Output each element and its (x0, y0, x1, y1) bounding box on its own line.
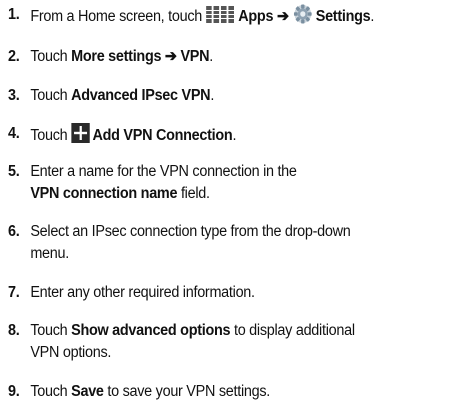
step-text: Touch (30, 322, 72, 339)
step-4: 4. Touch Add VPN Connection. (8, 123, 476, 150)
step-number: 6. (8, 223, 20, 240)
step-text: Enter any other required information. (30, 284, 255, 301)
step-bold-text: VPN connection name (30, 185, 178, 202)
step-text: Touch (30, 127, 72, 144)
step-text: Select an IPsec connection type from the… (30, 223, 351, 240)
step-number: 4. (8, 125, 20, 142)
step-bold-text: Add VPN Connection (92, 127, 233, 144)
step-text: Touch (30, 48, 72, 65)
step-text-suffix: to display additional (230, 322, 355, 339)
step-text-suffix: . (210, 87, 215, 104)
step-7: 7. Enter any other required information. (8, 282, 476, 304)
step-text: From a Home screen, touch (30, 8, 206, 25)
step-8: 8. Touch Show advanced options to displa… (8, 320, 476, 364)
step-text-suffix: field. (177, 185, 210, 202)
arrow-glyph: ➔ (276, 8, 289, 25)
step-number: 2. (8, 48, 20, 65)
step-number: 7. (8, 284, 20, 301)
step-bold-text: More settings ➔ VPN (71, 48, 210, 65)
step-9: 9. Touch Save to save your VPN settings. (8, 381, 476, 403)
step-text-suffix: . (370, 8, 375, 25)
step-text-suffix: . (232, 127, 237, 144)
step-bold-text: Show advanced options (71, 322, 231, 339)
step-3: 3. Touch Advanced IPsec VPN. (8, 85, 476, 107)
step-text: Enter a name for the VPN connection in t… (30, 163, 297, 180)
apps-label: Apps (238, 8, 274, 25)
step-text-line2: VPN options. (30, 344, 112, 361)
apps-grid-icon (205, 6, 236, 31)
step-5: 5. Enter a name for the VPN connection i… (8, 161, 476, 205)
settings-label: Settings (315, 8, 371, 25)
step-text-suffix: to save your VPN settings. (103, 383, 271, 400)
step-bold-text: Save (71, 383, 104, 400)
add-plus-icon (71, 123, 90, 150)
step-bold-text: Advanced IPsec VPN (71, 87, 211, 104)
step-text: Touch (30, 87, 72, 104)
step-1: 1. From a Home screen, touch Apps ➔ Sett… (8, 4, 476, 31)
step-number: 5. (8, 163, 20, 180)
step-2: 2. Touch More settings ➔ VPN. (8, 46, 476, 68)
step-number: 8. (8, 322, 20, 339)
step-number: 9. (8, 383, 20, 400)
step-number: 1. (8, 6, 20, 23)
step-text: Touch (30, 383, 72, 400)
settings-gear-icon (292, 4, 312, 31)
step-text-suffix: . (209, 48, 214, 65)
step-6: 6. Select an IPsec connection type from … (8, 221, 476, 265)
step-number: 3. (8, 87, 20, 104)
step-text-line2: menu. (30, 245, 70, 262)
